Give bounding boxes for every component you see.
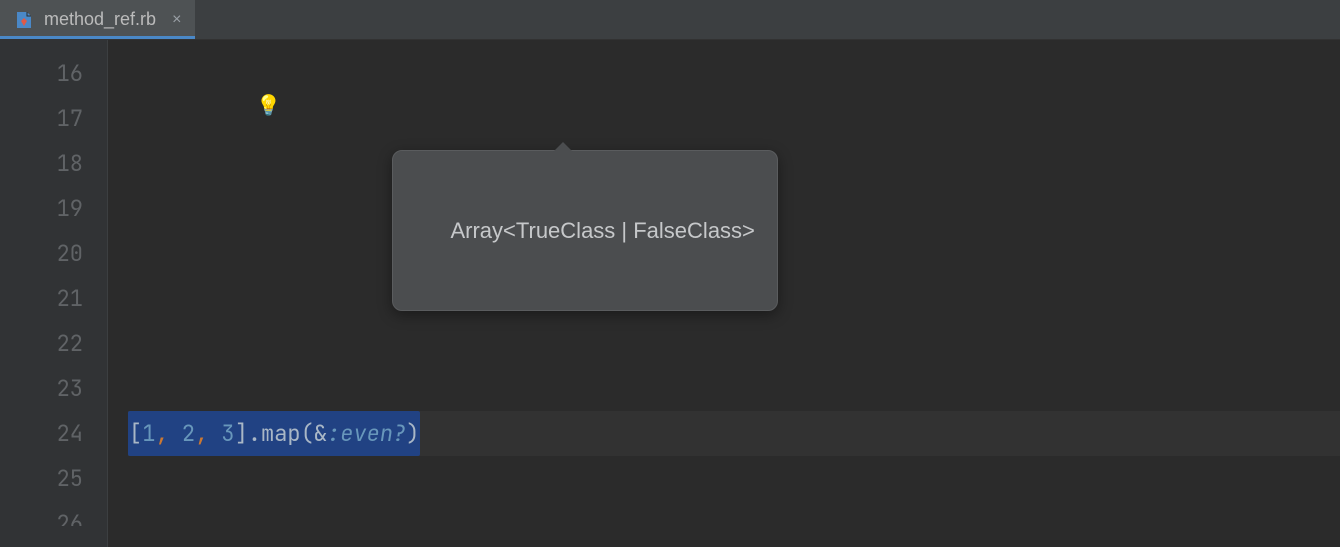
line-number: 23 — [0, 366, 83, 411]
line-number: 17 — [0, 96, 83, 141]
code-pane[interactable]: [1, 2, 3].map(&:even?) [2, 3, 9] %w[two … — [108, 40, 1340, 547]
line-number: 22 — [0, 321, 83, 366]
selection[interactable]: [1, 2, 3].map(&:even?) — [128, 411, 420, 456]
line-number: 19 — [0, 186, 83, 231]
ruby-file-icon — [14, 10, 34, 30]
line-number: 15 — [57, 28, 83, 32]
line-number: 26 — [0, 501, 83, 526]
code-line-16[interactable]: [1, 2, 3].map(&:even?) — [128, 411, 1340, 456]
expression-type-tooltip: Array<TrueClass | FalseClass> — [392, 150, 778, 311]
editor-area: 15 16 17 18 19 20 21 22 23 24 25 26 [1, … — [0, 40, 1340, 547]
tooltip-text: Array<TrueClass | FalseClass> — [450, 218, 754, 243]
close-icon[interactable]: × — [172, 11, 181, 29]
line-number: 20 — [0, 231, 83, 276]
line-number: 16 — [0, 51, 83, 96]
line-number-gutter: 15 16 17 18 19 20 21 22 23 24 25 26 — [0, 40, 108, 547]
tab-filename: method_ref.rb — [44, 9, 156, 30]
tab-bar: method_ref.rb × — [0, 0, 1340, 40]
line-number: 25 — [0, 456, 83, 501]
line-number: 24 — [0, 411, 83, 456]
intention-bulb-icon[interactable]: 💡 — [256, 95, 281, 115]
line-number: 18 — [0, 141, 83, 186]
line-number: 21 — [0, 276, 83, 321]
